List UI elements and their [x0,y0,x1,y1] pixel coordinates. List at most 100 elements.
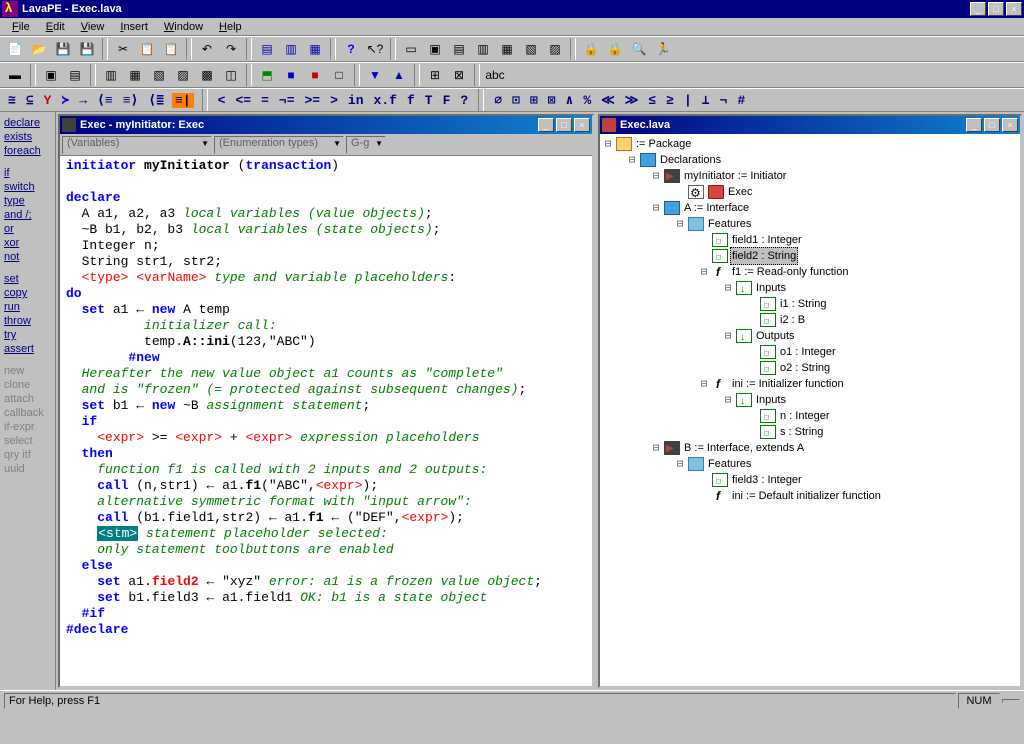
menu-help[interactable]: Help [211,19,250,35]
op-null[interactable]: ∅ [492,93,504,108]
c3-icon[interactable]: ■ [304,64,326,86]
op-b2[interactable]: ⊞ [528,93,540,108]
t2-icon[interactable]: ▣ [424,38,446,60]
run-icon[interactable]: 🏃 [652,38,674,60]
op-T[interactable]: T [423,93,435,108]
op-b1[interactable]: ⊡ [510,93,522,108]
kw-try[interactable]: try [4,328,51,342]
b8-icon[interactable]: ▩ [196,64,218,86]
variables-combo[interactable]: (Variables) [62,136,212,154]
code-editor[interactable]: initiator myInitiator (transaction) decl… [60,156,592,686]
e1-icon[interactable]: ⊞ [424,64,446,86]
kw-and[interactable]: and /; [4,208,51,222]
kw-xor[interactable]: xor [4,236,51,250]
open-icon[interactable]: 📂 [28,38,50,60]
op-eq[interactable]: = [259,93,271,108]
b2-icon[interactable]: ▣ [40,64,62,86]
b4-icon[interactable]: ▥ [100,64,122,86]
editor-close-button[interactable]: × [574,118,590,132]
op-ll[interactable]: ≪ [599,93,617,108]
op-7[interactable]: ≡⟩ [121,93,141,108]
kw-not[interactable]: not [4,250,51,264]
op-6[interactable]: ⟨≡ [95,93,115,108]
selected-tree-node[interactable]: field2 : String [730,247,798,265]
editor-maximize-button[interactable]: □ [556,118,572,132]
kw-set[interactable]: set [4,272,51,286]
op-8[interactable]: ⟨≣ [146,93,166,108]
tile-v-icon[interactable]: ▥ [280,38,302,60]
menu-file[interactable]: File [4,19,38,35]
op-xf[interactable]: x.f [372,93,399,108]
op-2[interactable]: ⊆ [24,93,36,108]
b9-icon[interactable]: ◫ [220,64,242,86]
lock-icon[interactable]: 🔒 [604,38,626,60]
op-pct[interactable]: % [581,93,593,108]
undo-icon[interactable]: ↶ [196,38,218,60]
t6-icon[interactable]: ▧ [520,38,542,60]
kw-declare[interactable]: declare [4,116,51,130]
t3-icon[interactable]: ▤ [448,38,470,60]
b6-icon[interactable]: ▧ [148,64,170,86]
kw-throw[interactable]: throw [4,314,51,328]
op-q[interactable]: ? [458,93,470,108]
b1-icon[interactable]: ▬ [4,64,26,86]
op-rr[interactable]: ≫ [623,93,641,108]
menu-window[interactable]: Window [156,19,211,35]
op-and[interactable]: ∧ [564,93,576,108]
op-ne[interactable]: ¬= [277,93,297,108]
help-icon[interactable]: ? [340,38,362,60]
t7-icon[interactable]: ▨ [544,38,566,60]
op-f[interactable]: f [405,93,417,108]
b7-icon[interactable]: ▨ [172,64,194,86]
op-9[interactable]: ≡| [172,93,194,108]
kw-exists[interactable]: exists [4,130,51,144]
tile-h-icon[interactable]: ▤ [256,38,278,60]
op-F[interactable]: F [441,93,453,108]
op-4[interactable]: ≻ [59,93,71,108]
kw-assert[interactable]: assert [4,342,51,356]
copy-icon[interactable]: 📋 [136,38,158,60]
kw-foreach[interactable]: foreach [4,144,51,158]
menu-view[interactable]: View [73,19,113,35]
d1-icon[interactable]: ▼ [364,64,386,86]
kw-or[interactable]: or [4,222,51,236]
op-not[interactable]: ¬ [718,93,730,108]
saveall-icon[interactable]: 💾 [76,38,98,60]
op-hash[interactable]: # [735,93,747,108]
kw-type[interactable]: type [4,194,51,208]
cut-icon[interactable]: ✂ [112,38,134,60]
d2-icon[interactable]: ▲ [388,64,410,86]
op-lt[interactable]: < [216,93,228,108]
e2-icon[interactable]: ⊠ [448,64,470,86]
paste-icon[interactable]: 📋 [160,38,182,60]
f1-icon[interactable]: abc [484,64,506,86]
menu-insert[interactable]: Insert [112,19,156,35]
op-3[interactable]: Y [42,93,54,108]
t1-icon[interactable]: ▭ [400,38,422,60]
declaration-tree[interactable]: ⊟ := Package ⊟Declarations ⊟myInitiator … [600,134,1020,686]
maximize-button[interactable]: □ [988,2,1004,16]
tree-close-button[interactable]: × [1002,118,1018,132]
c1-icon[interactable]: ⬒ [256,64,278,86]
enums-combo[interactable]: (Enumeration types) [214,136,344,154]
t5-icon[interactable]: ▦ [496,38,518,60]
op-5[interactable]: → [77,93,89,108]
op-in[interactable]: in [346,93,366,108]
kw-if[interactable]: if [4,166,51,180]
menu-edit[interactable]: Edit [38,19,73,35]
tree-minimize-button[interactable]: _ [966,118,982,132]
kw-run[interactable]: run [4,300,51,314]
c4-icon[interactable]: □ [328,64,350,86]
new-icon[interactable]: 📄 [4,38,26,60]
op-le[interactable]: <= [233,93,253,108]
op-ge[interactable]: >= [303,93,323,108]
t4-icon[interactable]: ▥ [472,38,494,60]
op-bar[interactable]: | [682,93,694,108]
op-bot[interactable]: ⊥ [700,93,712,108]
context-help-icon[interactable]: ↖? [364,38,386,60]
kw-switch[interactable]: switch [4,180,51,194]
close-button[interactable]: × [1006,2,1022,16]
editor-minimize-button[interactable]: _ [538,118,554,132]
b5-icon[interactable]: ▦ [124,64,146,86]
op-b3[interactable]: ⊠ [546,93,558,108]
